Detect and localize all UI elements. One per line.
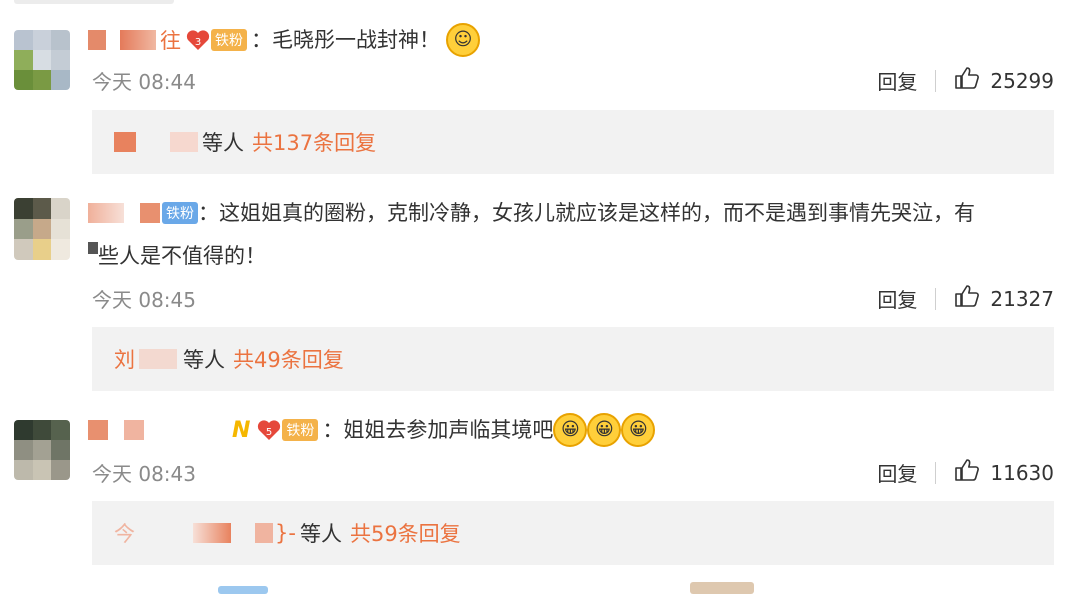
reply-summary[interactable]: 刘 等人 共49条回复 [92, 327, 1054, 391]
verified-mark-icon: N [232, 417, 251, 443]
grinning-emoji-icon: 😀 [553, 413, 588, 447]
like-button[interactable]: 21327 [954, 284, 1054, 313]
fan-badge: 5 铁粉 [256, 418, 319, 442]
comment-actions: 回复 11630 [877, 458, 1054, 487]
grinning-emoji-icon: 😀 [621, 413, 656, 447]
grinning-emoji-icon: 😀 [587, 413, 622, 447]
like-button[interactable]: 25299 [954, 66, 1054, 95]
divider [935, 287, 937, 310]
thumbs-up-icon [954, 66, 980, 95]
reply-button[interactable]: 回复 [877, 458, 917, 487]
comment-text: ：毛晓彤一战封神！ [251, 28, 440, 52]
reply-summary-who: 等人 [202, 131, 244, 155]
reply-summary-who: 等人 [299, 522, 342, 546]
comment-actions: 回复 21327 [877, 284, 1054, 313]
reply-summary[interactable]: 今 }- 等人 共59条回复 [92, 501, 1054, 565]
reply-summary-who: 等人 [183, 348, 225, 372]
username-redacted[interactable] [88, 203, 124, 223]
replier-redacted [170, 132, 198, 152]
cropped-next-badge [218, 586, 268, 594]
avatar[interactable] [14, 420, 70, 480]
heart-badge-icon: 5 [256, 418, 282, 442]
divider [935, 69, 937, 92]
comment-text-continued: 些人是不值得的！ [88, 238, 266, 274]
replier-name: 今 [114, 522, 135, 546]
redacted-mark [88, 242, 98, 254]
fan-badge: 3 铁粉 [185, 28, 247, 52]
timestamp: 今天 08:43 [92, 462, 196, 486]
thumbs-up-icon [954, 284, 980, 313]
reply-button[interactable]: 回复 [877, 284, 917, 313]
replier-redacted [114, 132, 136, 152]
svg-text:5: 5 [266, 427, 272, 438]
heart-badge-icon: 3 [185, 28, 211, 52]
fan-badge-label: 铁粉 [211, 29, 247, 51]
avatar[interactable] [14, 198, 70, 260]
username-row: 铁粉 ：这姐姐真的圈粉，克制冷静，女孩儿就应该是这样的，而不是遇到事情先哭泣，有 [88, 195, 975, 231]
sweat-smile-emoji-icon: ☺ [446, 23, 480, 57]
like-count: 25299 [990, 68, 1054, 93]
reply-button[interactable]: 回复 [877, 66, 917, 95]
avatar[interactable] [14, 30, 70, 90]
reply-count-link[interactable]: 共137条回复 [252, 127, 376, 157]
comment-text: ：这姐姐真的圈粉，克制冷静，女孩儿就应该是这样的，而不是遇到事情先哭泣，有 [198, 201, 975, 225]
reply-count-link[interactable]: 共59条回复 [350, 518, 461, 548]
like-button[interactable]: 11630 [954, 458, 1054, 487]
replier-redacted [193, 523, 231, 543]
replier-redacted [139, 349, 177, 369]
svg-text:3: 3 [195, 37, 201, 48]
timestamp: 今天 08:45 [92, 288, 196, 312]
username-redacted[interactable] [120, 30, 156, 50]
username-row: N 5 铁粉 ：姐姐去参加声临其境吧 😀 😀 😀 [88, 412, 656, 448]
comment-text: ：姐姐去参加声临其境吧 [322, 418, 554, 442]
username-redacted[interactable] [124, 420, 144, 440]
cropped-next-emoji [690, 582, 754, 594]
username-redacted[interactable] [88, 420, 108, 440]
thumbs-up-icon [954, 458, 980, 487]
username-fragment[interactable]: 往 [160, 25, 181, 55]
cropped-prev-line [14, 0, 174, 4]
replier-name-suffix: }- [275, 521, 296, 545]
reply-summary[interactable]: 等人 共137条回复 [92, 110, 1054, 174]
divider [935, 461, 937, 484]
fan-badge-label: 铁粉 [282, 419, 319, 441]
replier-redacted [255, 523, 273, 543]
like-count: 11630 [990, 460, 1054, 485]
comment-actions: 回复 25299 [877, 66, 1054, 95]
username-row: 往 3 铁粉 ：毛晓彤一战封神！ ☺ [88, 22, 480, 58]
like-count: 21327 [990, 286, 1054, 311]
username-redacted[interactable] [140, 203, 160, 223]
comment-text-line2: 些人是不值得的！ [98, 244, 266, 268]
username-redacted[interactable] [88, 30, 106, 50]
fan-badge-label: 铁粉 [162, 202, 198, 224]
replier-name: 刘 [114, 348, 135, 372]
timestamp: 今天 08:44 [92, 70, 196, 94]
reply-count-link[interactable]: 共49条回复 [233, 344, 344, 374]
